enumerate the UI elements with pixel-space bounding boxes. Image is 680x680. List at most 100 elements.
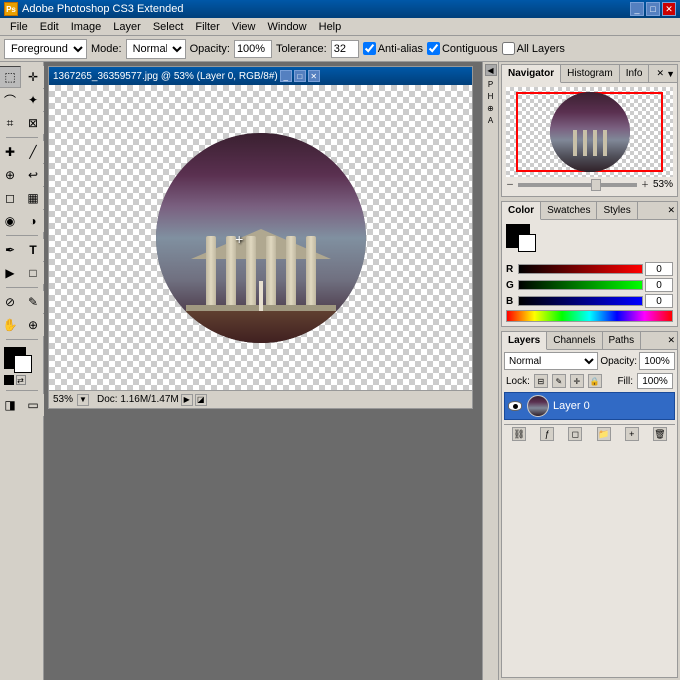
tab-layers[interactable]: Layers [502,332,547,350]
contiguous-checkbox[interactable] [427,42,440,55]
zoom-menu-btn[interactable]: ▼ [77,394,89,406]
tool-zoom[interactable]: ⊕ [22,314,44,336]
tolerance-input[interactable] [331,40,359,58]
color-close-btn[interactable]: ✕ [667,205,675,216]
right-strip-btn-3[interactable]: H [485,90,497,102]
tool-gradient[interactable]: ▦ [22,187,44,209]
mode-select[interactable]: Normal [126,39,186,59]
layers-close-btn[interactable]: ✕ [667,335,675,346]
tab-histogram[interactable]: Histogram [561,65,620,83]
tool-preset-select[interactable]: Foreground [4,39,87,59]
contiguous-label[interactable]: Contiguous [427,42,498,55]
menu-layer[interactable]: Layer [107,18,147,36]
tool-stamp[interactable]: ⊕ [0,164,21,186]
layer-visibility[interactable] [507,398,523,414]
tab-color[interactable]: Color [502,202,541,220]
doc-close-btn[interactable]: ✕ [308,70,320,82]
tool-dodge[interactable]: ◑ [22,210,44,232]
nav-zoom-thumb[interactable] [591,179,601,191]
zoom-out-btn[interactable]: － [506,179,514,190]
menu-view[interactable]: View [226,18,262,36]
tab-info[interactable]: Info [620,65,650,83]
fill-field[interactable] [637,373,673,389]
background-color[interactable] [14,355,32,373]
tool-lasso[interactable]: ⌒ [0,89,21,111]
delete-layer-btn[interactable]: 🗑 [653,427,667,441]
tool-eyedropper[interactable]: ⊘ [0,291,21,313]
tool-pen[interactable]: ✒ [0,239,21,261]
all-layers-checkbox[interactable] [502,42,515,55]
tool-notes[interactable]: ✎ [22,291,44,313]
tool-screen-mode[interactable]: ▭ [22,394,44,416]
new-group-btn[interactable]: 📁 [597,427,611,441]
layer-mask-btn[interactable]: ◻ [568,427,582,441]
anti-alias-label[interactable]: Anti-alias [363,42,423,55]
menu-filter[interactable]: Filter [189,18,225,36]
right-strip-btn-5[interactable]: A [485,114,497,126]
opacity-field[interactable] [639,352,675,370]
tool-crop[interactable]: ⌗ [0,112,21,134]
all-layers-label[interactable]: All Layers [502,42,565,55]
menu-file[interactable]: File [4,18,34,36]
zoom-in-btn[interactable]: ＋ [641,179,649,190]
tool-marquee[interactable]: ⬚ [0,66,21,88]
tool-move[interactable]: ✛ [22,66,44,88]
reset-colors[interactable] [4,375,14,385]
navigator-menu-btn[interactable]: ▼ [666,69,675,79]
tool-blur[interactable]: ◉ [0,210,21,232]
canvas-bg[interactable]: + [49,85,472,390]
tool-slice[interactable]: ⊠ [22,112,44,134]
tool-path-select[interactable]: ▶ [0,262,21,284]
tab-paths[interactable]: Paths [603,332,642,350]
tool-history[interactable]: ↩ [22,164,44,186]
tool-text[interactable]: T [22,239,44,261]
color-bg-box[interactable] [518,234,536,252]
tool-magic-wand[interactable]: ✦ [22,89,44,111]
tab-navigator[interactable]: Navigator [502,65,561,83]
menu-help[interactable]: Help [313,18,348,36]
b-input[interactable] [645,294,673,308]
right-strip-btn-2[interactable]: P [485,78,497,90]
eye-icon[interactable] [508,401,522,411]
tool-hand[interactable]: ✋ [0,314,21,336]
tab-swatches[interactable]: Swatches [541,202,597,220]
lock-all-btn[interactable]: 🔒 [588,374,602,388]
doc-info-btn[interactable]: ▶ [181,394,193,406]
tool-quick-mask[interactable]: ◨ [0,394,21,416]
tool-eraser[interactable]: ◻ [0,187,21,209]
doc-maximize-btn[interactable]: □ [294,70,306,82]
lock-position-btn[interactable]: ✛ [570,374,584,388]
tab-styles[interactable]: Styles [597,202,637,220]
swap-colors[interactable]: ⇄ [16,375,26,385]
g-input[interactable] [645,278,673,292]
r-input[interactable] [645,262,673,276]
tool-brush[interactable]: ╱ [22,141,44,163]
layer-row[interactable]: Layer 0 [504,392,675,420]
maximize-button[interactable]: □ [646,2,660,16]
new-layer-btn[interactable]: + [625,427,639,441]
link-layers-btn[interactable]: ⛓ [512,427,526,441]
tool-shape[interactable]: □ [22,262,44,284]
nav-zoom-slider[interactable] [518,183,637,187]
opacity-input[interactable] [234,40,272,58]
resize-handle[interactable]: ◪ [195,394,207,406]
tool-healing[interactable]: ✚ [0,141,21,163]
lock-transparent-btn[interactable]: ⊟ [534,374,548,388]
lock-image-btn[interactable]: ✎ [552,374,566,388]
menu-window[interactable]: Window [262,18,313,36]
navigator-close-btn[interactable]: ✕ [657,68,665,79]
g-slider[interactable] [518,280,643,290]
doc-minimize-btn[interactable]: _ [280,70,292,82]
tab-channels[interactable]: Channels [547,332,602,350]
menu-select[interactable]: Select [147,18,190,36]
layer-style-btn[interactable]: ƒ [540,427,554,441]
minimize-button[interactable]: _ [630,2,644,16]
close-button[interactable]: ✕ [662,2,676,16]
right-strip-btn-1[interactable]: ◀ [485,64,497,76]
blend-mode-select[interactable]: Normal [504,352,598,370]
menu-edit[interactable]: Edit [34,18,65,36]
menu-image[interactable]: Image [65,18,108,36]
b-slider[interactable] [518,296,643,306]
anti-alias-checkbox[interactable] [363,42,376,55]
color-spectrum[interactable] [506,310,673,322]
